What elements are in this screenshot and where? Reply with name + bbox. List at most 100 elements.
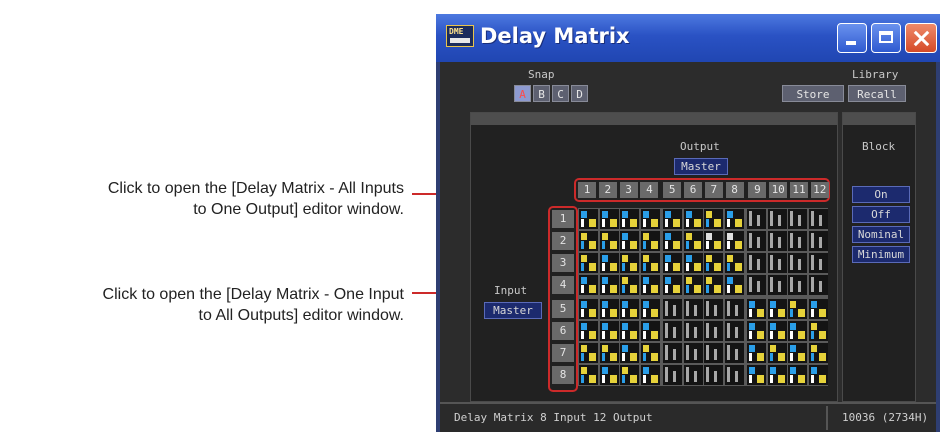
matrix-cell[interactable]	[663, 275, 682, 295]
input-number-3[interactable]: 3	[552, 254, 574, 272]
block-minimum-button[interactable]: Minimum	[852, 246, 910, 263]
matrix-cell[interactable]	[620, 231, 639, 251]
matrix-cell[interactable]	[788, 321, 807, 341]
snap-button-d[interactable]: D	[571, 85, 588, 102]
block-nominal-button[interactable]: Nominal	[852, 226, 910, 243]
matrix-cell[interactable]	[620, 209, 639, 229]
matrix-cell[interactable]	[579, 321, 598, 341]
matrix-cell[interactable]	[767, 321, 787, 341]
library-store-button[interactable]: Store	[782, 85, 844, 102]
matrix-cell[interactable]	[683, 275, 703, 295]
output-number-10[interactable]: 10	[769, 182, 788, 198]
block-off-button[interactable]: Off	[852, 206, 910, 223]
matrix-cell[interactable]	[767, 299, 787, 319]
title-bar[interactable]: DME Delay Matrix	[436, 14, 940, 62]
matrix-cell[interactable]	[808, 321, 828, 341]
matrix-cell[interactable]	[683, 209, 703, 229]
matrix-cell[interactable]	[640, 365, 660, 385]
input-number-8[interactable]: 8	[552, 366, 574, 384]
matrix-cell[interactable]	[599, 275, 619, 295]
input-number-1[interactable]: 1	[552, 210, 574, 228]
matrix-cell[interactable]	[599, 321, 619, 341]
matrix-cell[interactable]	[683, 321, 703, 341]
matrix-cell[interactable]	[767, 231, 787, 251]
matrix-cell[interactable]	[579, 365, 598, 385]
matrix-cell[interactable]	[747, 209, 766, 229]
matrix-cell[interactable]	[683, 343, 703, 363]
matrix-cell[interactable]	[599, 299, 619, 319]
matrix-cell[interactable]	[704, 299, 723, 319]
matrix-cell[interactable]	[788, 299, 807, 319]
matrix-cell[interactable]	[747, 343, 766, 363]
matrix-cell[interactable]	[620, 253, 639, 273]
matrix-cell[interactable]	[599, 365, 619, 385]
matrix-cell[interactable]	[663, 299, 682, 319]
matrix-cell[interactable]	[620, 343, 639, 363]
matrix-cell[interactable]	[788, 365, 807, 385]
matrix-cell[interactable]	[579, 253, 598, 273]
matrix-cell[interactable]	[620, 321, 639, 341]
block-on-button[interactable]: On	[852, 186, 910, 203]
matrix-cell[interactable]	[579, 343, 598, 363]
matrix-cell[interactable]	[704, 253, 723, 273]
input-number-6[interactable]: 6	[552, 322, 574, 340]
matrix-cell[interactable]	[663, 231, 682, 251]
output-number-6[interactable]: 6	[684, 182, 702, 198]
matrix-cell[interactable]	[683, 299, 703, 319]
matrix-cell[interactable]	[663, 253, 682, 273]
output-master-button[interactable]: Master	[674, 158, 728, 175]
input-number-5[interactable]: 5	[552, 300, 574, 318]
input-master-button[interactable]: Master	[484, 302, 542, 319]
matrix-cell[interactable]	[788, 343, 807, 363]
matrix-cell[interactable]	[663, 321, 682, 341]
maximize-button[interactable]	[871, 23, 901, 53]
matrix-cell[interactable]	[747, 365, 766, 385]
matrix-cell[interactable]	[579, 299, 598, 319]
output-number-12[interactable]: 12	[810, 182, 829, 198]
matrix-cell[interactable]	[663, 365, 682, 385]
matrix-cell[interactable]	[747, 275, 766, 295]
matrix-cell[interactable]	[599, 209, 619, 229]
matrix-cell[interactable]	[788, 231, 807, 251]
output-number-9[interactable]: 9	[748, 182, 767, 198]
matrix-cell[interactable]	[767, 343, 787, 363]
matrix-cell[interactable]	[640, 253, 660, 273]
matrix-cell[interactable]	[724, 253, 744, 273]
matrix-cell[interactable]	[620, 299, 639, 319]
matrix-cell[interactable]	[640, 321, 660, 341]
matrix-cell[interactable]	[747, 321, 766, 341]
matrix-cell[interactable]	[788, 209, 807, 229]
output-number-7[interactable]: 7	[704, 182, 723, 198]
matrix-cell[interactable]	[808, 343, 828, 363]
close-button[interactable]	[905, 23, 937, 53]
matrix-cell[interactable]	[747, 253, 766, 273]
matrix-cell[interactable]	[788, 275, 807, 295]
matrix-cell[interactable]	[704, 209, 723, 229]
matrix-cell[interactable]	[788, 253, 807, 273]
matrix-cell[interactable]	[747, 231, 766, 251]
matrix-cell[interactable]	[724, 275, 744, 295]
matrix-cell[interactable]	[704, 365, 723, 385]
matrix-cell[interactable]	[724, 321, 744, 341]
output-number-2[interactable]: 2	[598, 182, 617, 198]
matrix-cell[interactable]	[663, 343, 682, 363]
matrix-cell[interactable]	[724, 231, 744, 251]
matrix-cell[interactable]	[599, 343, 619, 363]
matrix-cell[interactable]	[767, 209, 787, 229]
output-number-3[interactable]: 3	[619, 182, 638, 198]
matrix-cell[interactable]	[579, 231, 598, 251]
matrix-cell[interactable]	[640, 231, 660, 251]
matrix-cell[interactable]	[579, 275, 598, 295]
matrix-cell[interactable]	[808, 275, 828, 295]
input-number-2[interactable]: 2	[552, 232, 574, 250]
matrix-cell[interactable]	[808, 231, 828, 251]
matrix-cell[interactable]	[724, 299, 744, 319]
minimize-button[interactable]	[837, 23, 867, 53]
matrix-cell[interactable]	[767, 275, 787, 295]
matrix-cell[interactable]	[620, 365, 639, 385]
output-number-1[interactable]: 1	[578, 182, 596, 198]
matrix-cell[interactable]	[724, 365, 744, 385]
matrix-cell[interactable]	[640, 343, 660, 363]
snap-button-b[interactable]: B	[533, 85, 550, 102]
matrix-cell[interactable]	[808, 299, 828, 319]
